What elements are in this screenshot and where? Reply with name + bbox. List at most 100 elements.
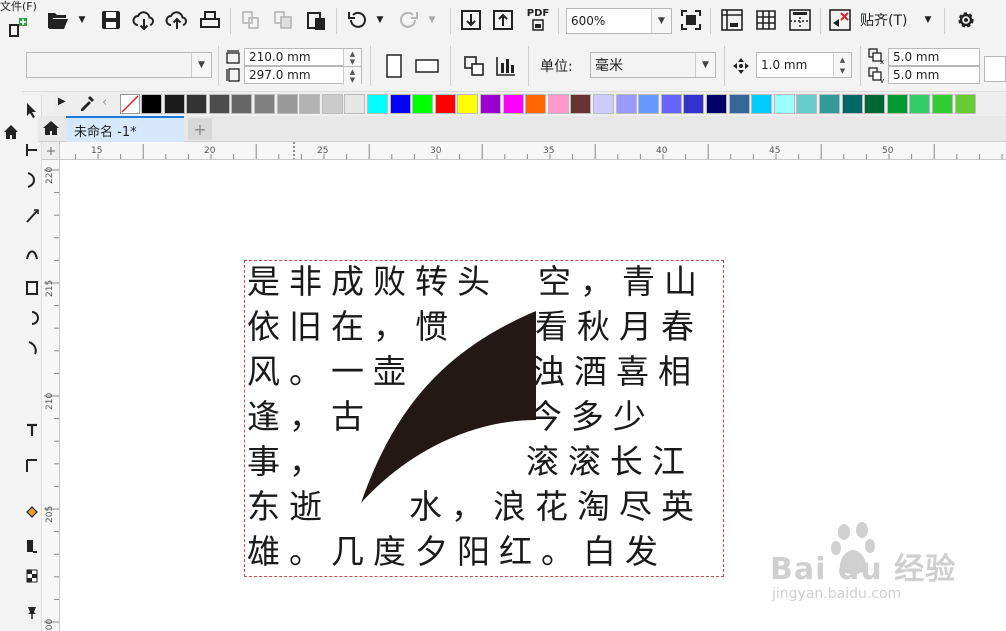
color-swatch[interactable] (299, 94, 321, 114)
cloud-upload-button[interactable] (163, 6, 191, 34)
units-dropdown-arrow[interactable]: ▼ (695, 53, 715, 77)
color-swatch[interactable] (819, 94, 840, 114)
height-down-arrow[interactable]: ▼ (343, 75, 361, 85)
palette-arrow-left[interactable]: ‹ (102, 95, 107, 110)
color-swatch[interactable] (163, 94, 185, 114)
vertical-ruler[interactable]: 220 215 210 205 200 (42, 160, 60, 631)
color-swatch[interactable] (728, 94, 750, 114)
color-swatch[interactable] (434, 94, 456, 114)
color-swatch[interactable] (186, 94, 208, 114)
open-button[interactable] (44, 6, 72, 34)
save-button[interactable] (98, 6, 124, 34)
ruler-origin[interactable] (42, 142, 60, 160)
color-swatch[interactable] (457, 94, 479, 114)
page-height-input[interactable]: 297.0 mm ▲ ▼ (244, 66, 362, 85)
page-width-input[interactable]: 210.0 mm ▲ ▼ (244, 48, 362, 67)
current-page-button[interactable] (492, 52, 520, 80)
color-swatch[interactable] (954, 94, 976, 114)
units-select[interactable]: 毫米 ▼ (590, 52, 716, 78)
color-swatch[interactable] (886, 94, 908, 114)
show-grid-button[interactable] (752, 6, 780, 34)
undo-dropdown[interactable]: ▼ (372, 6, 388, 34)
open-dropdown[interactable]: ▼ (74, 6, 90, 34)
color-swatch[interactable] (141, 94, 162, 114)
nudge-up-arrow[interactable]: ▲ (833, 54, 851, 65)
color-swatch[interactable] (751, 94, 773, 114)
publish-pdf-button[interactable]: PDF (522, 6, 554, 34)
nudge-down-arrow[interactable]: ▼ (833, 65, 851, 76)
eyedropper-button[interactable] (78, 94, 96, 115)
redo-dropdown[interactable]: ▼ (424, 6, 440, 34)
paste-button[interactable] (302, 6, 330, 34)
color-swatch[interactable] (932, 94, 953, 114)
copy-button[interactable] (270, 6, 296, 34)
curve-tool[interactable] (22, 241, 42, 267)
duplicate-distance-y-input[interactable]: 5.0 mm (888, 66, 980, 84)
redo-button[interactable] (396, 6, 422, 34)
color-swatch[interactable] (547, 94, 569, 114)
zoom-tool[interactable] (22, 203, 42, 229)
portrait-button[interactable] (380, 52, 408, 80)
parallel-dimension-tool[interactable] (22, 453, 42, 479)
show-rulers-button[interactable] (718, 6, 746, 34)
cut-button[interactable] (238, 6, 264, 34)
document-tab[interactable]: 未命名 -1* (66, 116, 184, 142)
color-swatch[interactable] (502, 94, 524, 114)
crop-tool[interactable] (22, 167, 42, 193)
landscape-button[interactable] (412, 52, 442, 80)
color-swatch[interactable] (796, 94, 818, 114)
color-swatch[interactable] (525, 94, 547, 114)
interactive-fill-tool[interactable] (22, 599, 42, 625)
undo-button[interactable] (344, 6, 370, 34)
snap-dropdown[interactable]: ▼ (920, 6, 936, 34)
color-swatch[interactable] (570, 94, 592, 114)
no-color-swatch[interactable] (120, 94, 140, 114)
options-button[interactable] (952, 6, 980, 34)
welcome-tab[interactable] (42, 120, 60, 139)
show-guidelines-button[interactable] (786, 6, 814, 34)
color-swatch[interactable] (638, 94, 660, 114)
fill-tool[interactable] (22, 499, 42, 525)
rectangle-tool[interactable] (22, 275, 42, 301)
import-button[interactable] (458, 6, 484, 34)
color-swatch[interactable] (841, 94, 863, 114)
color-swatch[interactable] (909, 94, 931, 114)
color-swatch[interactable] (660, 94, 682, 114)
preset-dropdown-arrow[interactable]: ▼ (191, 53, 211, 77)
full-screen-button[interactable] (678, 6, 704, 34)
color-swatch[interactable] (773, 94, 795, 114)
color-swatch[interactable] (208, 94, 230, 114)
polygon-tool[interactable] (22, 335, 42, 361)
new-document-button[interactable] (4, 14, 30, 42)
color-swatch[interactable] (367, 94, 388, 114)
cloud-download-button[interactable] (130, 6, 158, 34)
color-swatch[interactable] (412, 94, 434, 114)
all-pages-button[interactable] (460, 52, 488, 80)
transparency-tool[interactable] (22, 533, 42, 559)
duplicate-distance-x-input[interactable]: 5.0 mm (888, 48, 980, 66)
color-swatch[interactable] (683, 94, 705, 114)
color-swatch[interactable] (231, 94, 253, 114)
preset-page-size-select[interactable]: ▼ (26, 52, 212, 78)
file-menu[interactable]: 文件(F) (0, 0, 37, 14)
color-swatch[interactable] (480, 94, 501, 114)
color-swatch[interactable] (254, 94, 275, 114)
color-swatch[interactable] (615, 94, 637, 114)
palette-scroll-left[interactable]: ▶ (58, 96, 66, 107)
zoom-dropdown-arrow[interactable]: ▼ (651, 9, 671, 33)
color-swatch[interactable] (321, 94, 343, 114)
color-swatch[interactable] (344, 94, 366, 114)
color-swatch[interactable] (864, 94, 886, 114)
text-tool[interactable] (22, 417, 42, 443)
horizontal-ruler[interactable]: 15 20 25 30 35 40 45 50 (42, 142, 1006, 160)
snap-off-button[interactable] (826, 6, 854, 34)
curved-black-shape[interactable] (356, 308, 542, 508)
export-button[interactable] (490, 6, 516, 34)
color-swatch[interactable] (593, 94, 614, 114)
color-eyedropper-tool[interactable] (22, 563, 42, 589)
new-tab-button[interactable]: + (188, 118, 212, 140)
color-swatch[interactable] (276, 94, 298, 114)
color-swatch[interactable] (389, 94, 411, 114)
print-button[interactable] (196, 6, 224, 34)
nudge-distance-input[interactable]: 1.0 mm ▲ ▼ (756, 52, 852, 78)
